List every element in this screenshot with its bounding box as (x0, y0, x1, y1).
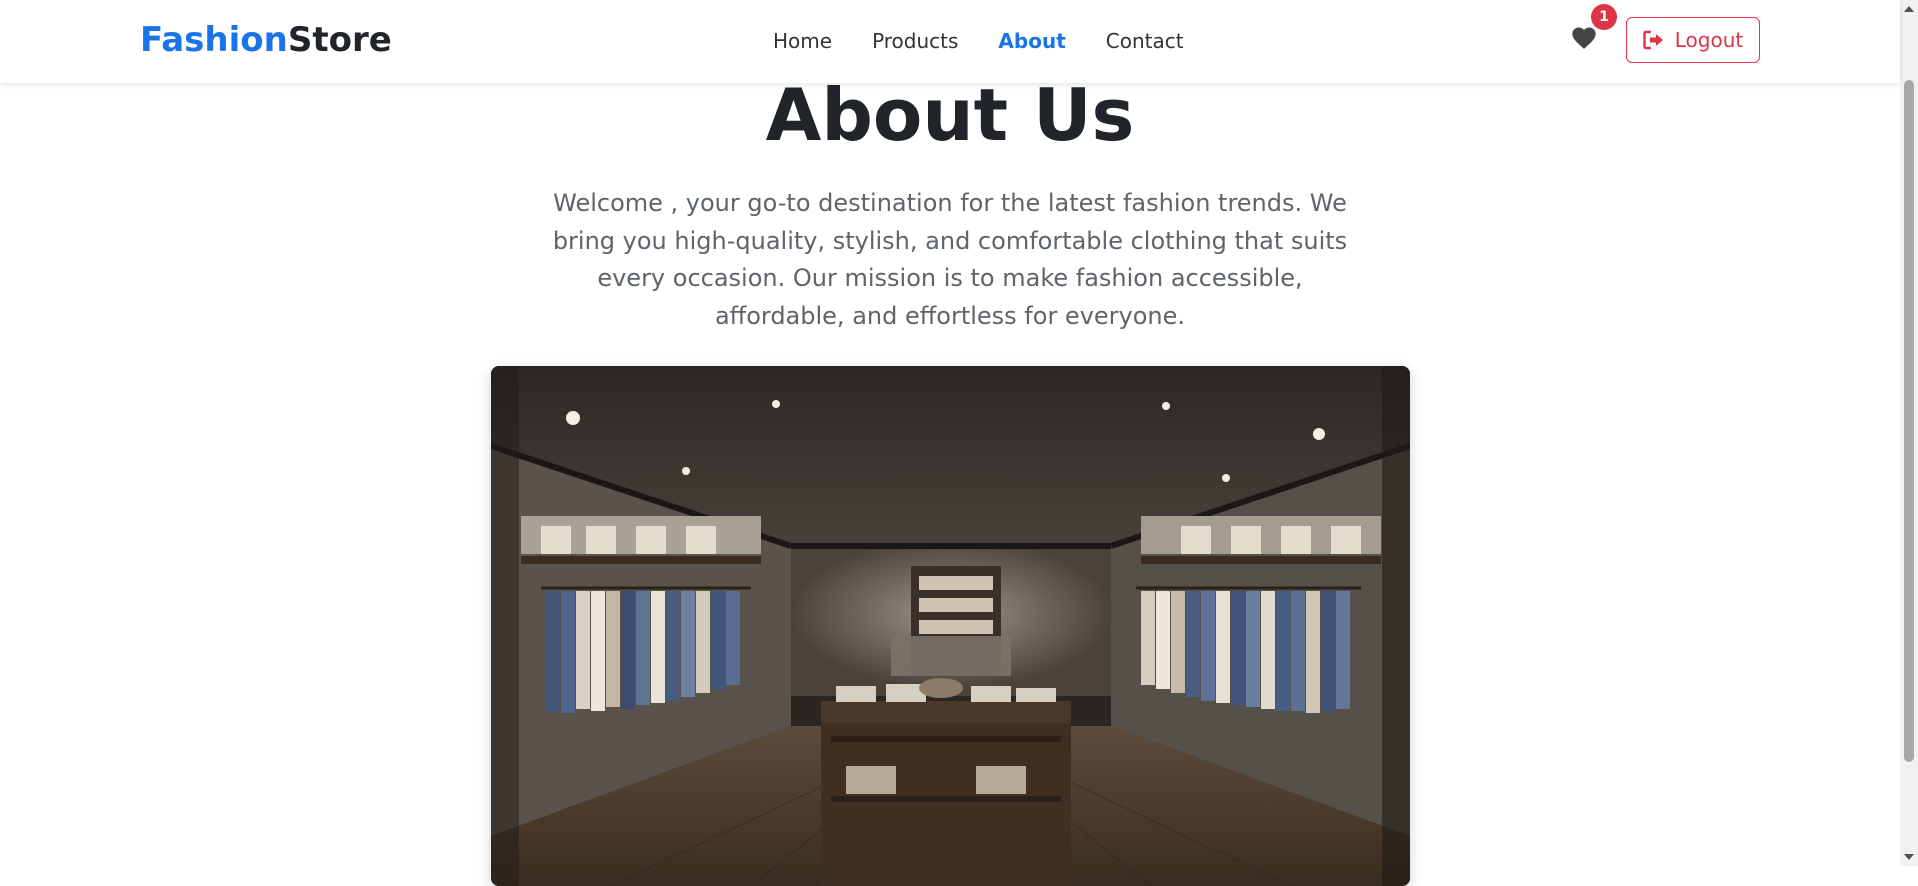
logout-label: Logout (1674, 28, 1744, 52)
wishlist-count-badge: 1 (1591, 4, 1617, 30)
nav-link-contact[interactable]: Contact (1106, 27, 1184, 55)
store-interior-image (491, 366, 1410, 886)
sign-out-icon (1643, 30, 1663, 50)
brand-logo[interactable]: FashionStore (140, 18, 392, 62)
logout-button[interactable]: Logout (1626, 17, 1760, 63)
heart-icon (1572, 27, 1596, 49)
nav-link-products[interactable]: Products (872, 27, 958, 55)
nav-link-about[interactable]: About (998, 27, 1065, 55)
nav-links: Home Products About Contact (773, 27, 1184, 55)
nav-link-home[interactable]: Home (773, 27, 832, 55)
scrollbar-thumb[interactable] (1904, 80, 1914, 762)
page-title: About Us (765, 73, 1135, 157)
scroll-down-arrow-icon[interactable] (1904, 854, 1914, 860)
navbar: FashionStore Home Products About Contact… (0, 0, 1900, 83)
brand-name-part2: Store (287, 20, 392, 60)
wishlist-button[interactable] (1570, 24, 1598, 52)
vertical-scrollbar[interactable] (1900, 0, 1918, 866)
scroll-up-arrow-icon[interactable] (1904, 6, 1914, 12)
brand-name-part1: Fashion (140, 20, 288, 60)
about-description: Welcome , your go-to destination for the… (552, 189, 1348, 330)
